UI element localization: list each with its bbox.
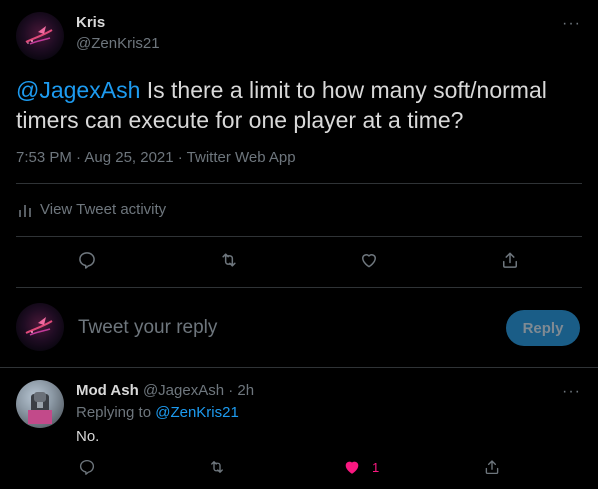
author-name[interactable]: Kris [76, 14, 105, 31]
mention-link[interactable]: @JagexAsh [16, 77, 140, 103]
like-icon[interactable] [358, 249, 380, 271]
reply-icon[interactable] [76, 249, 98, 271]
reply-text: No. [76, 428, 100, 445]
reply-more-options-icon[interactable]: ··· [562, 384, 581, 400]
reply-like-icon[interactable] [341, 456, 363, 478]
tweet-timestamp[interactable]: 7:53 PM · Aug 25, 2021 · Twitter Web App [16, 149, 296, 166]
divider [16, 287, 582, 288]
reply-age[interactable]: · 2h [228, 382, 254, 399]
my-avatar[interactable] [16, 303, 64, 351]
more-options-icon[interactable]: ··· [562, 16, 581, 32]
reply-button[interactable]: Reply [506, 310, 580, 346]
retweet-icon[interactable] [218, 249, 240, 271]
replying-to: Replying to @ZenKris21 [76, 404, 239, 421]
reply-share-icon[interactable] [481, 456, 503, 478]
view-tweet-activity[interactable]: View Tweet activity [18, 201, 166, 218]
author-handle[interactable]: @ZenKris21 [76, 35, 160, 52]
share-icon[interactable] [499, 249, 521, 271]
mod-ash-avatar[interactable] [16, 380, 64, 428]
reply-like-count: 1 [372, 460, 380, 475]
reply-retweet-icon[interactable] [206, 456, 228, 478]
view-tweet-activity-label: View Tweet activity [40, 201, 167, 218]
tweet-text: @JagexAsh Is there a limit to how many s… [16, 75, 576, 135]
replying-to-handle[interactable]: @ZenKris21 [155, 404, 239, 421]
analytics-icon [19, 204, 31, 217]
divider [16, 236, 582, 237]
divider [0, 367, 598, 368]
divider [16, 183, 582, 184]
reply-header: Mod Ash @JagexAsh · 2h [76, 382, 254, 399]
replying-to-label: Replying to [76, 404, 156, 421]
reply-input[interactable]: Tweet your reply [78, 317, 217, 339]
reply-reply-icon[interactable] [76, 456, 98, 478]
reply-author-name[interactable]: Mod Ash [76, 382, 139, 399]
kris-avatar[interactable] [16, 12, 64, 60]
reply-author-handle[interactable]: @JagexAsh [143, 382, 224, 399]
